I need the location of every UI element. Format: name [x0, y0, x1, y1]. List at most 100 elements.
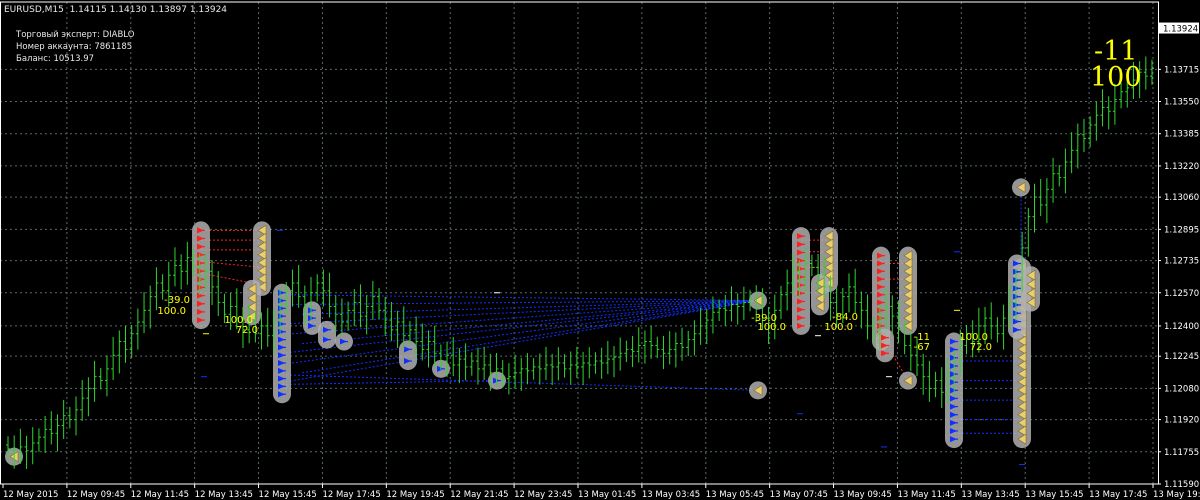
x-tick-label: 12 May 23:45	[514, 490, 572, 500]
trade-link	[200, 261, 263, 268]
candle	[698, 307, 703, 345]
trade-link	[291, 300, 759, 335]
candle	[525, 353, 530, 385]
buy-order-stack	[399, 340, 417, 371]
close-order-stack	[253, 221, 271, 296]
x-tick-label: 13 May 07:45	[770, 490, 828, 500]
x-tick-label: 13 May 01:45	[578, 490, 636, 500]
candle	[933, 371, 938, 398]
candle	[686, 330, 691, 357]
trade-markers	[5, 178, 1040, 466]
candle	[67, 406, 72, 429]
candle	[1051, 157, 1056, 203]
close-order-stack	[749, 291, 767, 310]
candle	[908, 331, 913, 372]
candle	[506, 363, 511, 395]
plot-frame	[0, 1, 1159, 485]
candle	[655, 336, 660, 359]
candle	[853, 268, 858, 314]
candle	[86, 377, 91, 417]
x-tick-label: 12 May 15:45	[259, 490, 317, 500]
candle	[117, 330, 122, 374]
candle	[735, 293, 740, 325]
candle	[135, 308, 140, 350]
candle	[809, 254, 814, 277]
sell-order-stack	[192, 221, 210, 330]
x-tick-label: 13 May 11:45	[897, 490, 955, 500]
x-tick-label: 12 May 13:45	[195, 490, 253, 500]
candle	[142, 292, 147, 334]
candle	[432, 325, 437, 367]
candle	[395, 310, 400, 348]
candle	[1069, 132, 1074, 174]
price-chart[interactable]: -39.0100.0100.072.0-39.0100.0-84.0100.0-…	[0, 0, 1200, 500]
close-order-stack	[1012, 178, 1030, 197]
trade-result-label: 72.0	[970, 342, 992, 353]
candle	[315, 274, 320, 302]
grid	[0, 2, 1158, 484]
candle	[123, 325, 128, 363]
x-tick-label: 12 May 17:45	[322, 490, 380, 500]
y-tick-label: 1.13385	[1164, 130, 1199, 140]
trade-result-label: 100.0	[757, 322, 786, 333]
ohlc-label: 1.14115 1.14130 1.13897 1.13924	[69, 5, 228, 15]
profit-overlay-bottom: 100	[1090, 62, 1142, 93]
candle	[519, 357, 524, 391]
candle	[370, 280, 375, 320]
y-tick-label: 1.11755	[1164, 448, 1199, 458]
y-tick-label: 1.13550	[1164, 98, 1199, 108]
candle	[939, 367, 944, 409]
trade-link	[291, 300, 759, 305]
y-tick-label: 1.12080	[1164, 384, 1199, 394]
candle	[216, 271, 221, 316]
x-tick-label: 12 May 21:45	[450, 490, 508, 500]
trade-link	[281, 300, 759, 384]
close-order-stack	[811, 274, 829, 316]
candle	[1038, 178, 1043, 217]
candle	[420, 323, 425, 361]
balance-label: Баланс: 10513.97	[16, 54, 95, 64]
candle	[185, 241, 190, 285]
buy-order-stack	[318, 320, 336, 349]
candle	[1063, 148, 1068, 194]
candle	[482, 346, 487, 380]
close-order-stack	[1022, 266, 1040, 312]
x-tick-label: 12 May 09:45	[67, 490, 125, 500]
x-tick-label: 13 May 03:45	[642, 490, 700, 500]
candle	[129, 324, 134, 359]
candle	[989, 302, 994, 340]
profit-overlay-top: -11	[1094, 36, 1138, 67]
candle	[778, 285, 783, 320]
candle	[148, 285, 153, 329]
close-order-stack	[899, 246, 917, 335]
candle	[581, 351, 586, 386]
candle	[785, 269, 790, 311]
y-tick-label: 1.12735	[1164, 257, 1199, 267]
candle	[537, 353, 542, 385]
chart-header: EURUSD,M15 1.14115 1.14130 1.13897 1.139…	[4, 5, 227, 15]
candle	[865, 294, 870, 340]
candle	[1100, 89, 1105, 127]
candle	[531, 358, 536, 380]
candle	[593, 352, 598, 374]
trade-result-label: 100.0	[824, 322, 853, 333]
candle	[80, 379, 85, 421]
symbol-label: EURUSD,M15	[4, 5, 64, 15]
candle	[1032, 183, 1037, 233]
close-order-stack	[899, 371, 917, 390]
candles	[6, 56, 1154, 469]
expert-label: Торговый эксперт: DIABLO	[16, 30, 135, 40]
candle	[24, 435, 29, 469]
candle	[1094, 101, 1099, 141]
y-tick-label: 1.11590	[1164, 480, 1199, 490]
candle	[463, 343, 468, 381]
candle	[74, 396, 79, 436]
y-tick-label: 1.13220	[1164, 162, 1199, 172]
candle	[426, 330, 431, 368]
candle	[104, 355, 109, 397]
candle	[1143, 56, 1148, 90]
y-tick-label: 1.12570	[1164, 289, 1199, 299]
candle	[111, 337, 116, 380]
y-tick-label: 1.13060	[1164, 193, 1199, 203]
candle	[605, 340, 610, 375]
